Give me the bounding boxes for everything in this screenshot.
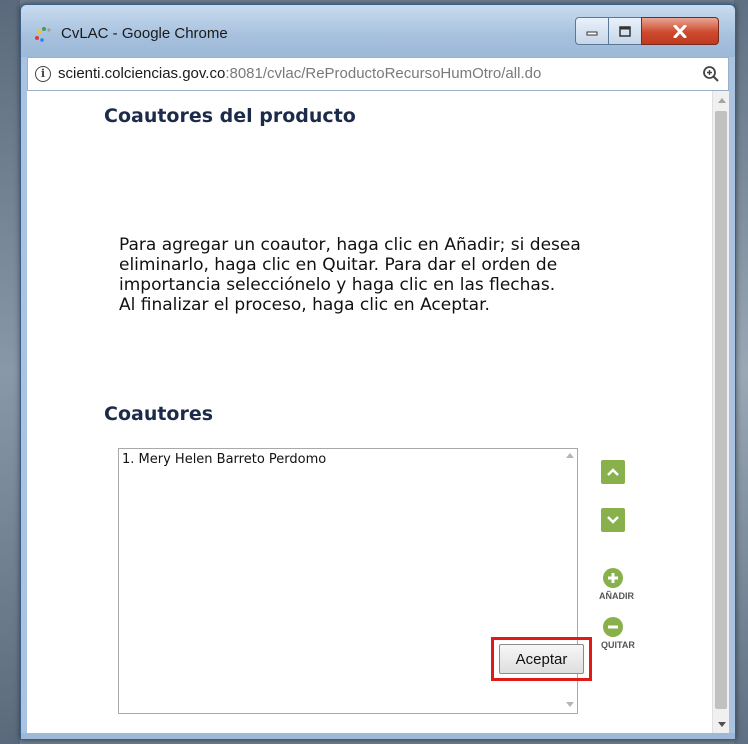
minimize-icon bbox=[586, 31, 598, 36]
arrow-down-icon bbox=[607, 516, 619, 524]
remove-label[interactable]: QUITAR bbox=[601, 640, 635, 650]
arrow-up-icon bbox=[607, 468, 619, 476]
scroll-up-arrow[interactable] bbox=[713, 91, 729, 109]
window-bottom-border bbox=[21, 733, 735, 739]
desktop-background-left bbox=[0, 0, 20, 744]
accept-button[interactable]: Aceptar bbox=[499, 644, 584, 674]
listbox-scroll-up-icon[interactable] bbox=[566, 453, 574, 458]
window-title: CvLAC - Google Chrome bbox=[61, 25, 228, 42]
chrome-loading-icon bbox=[35, 27, 54, 42]
maximize-button[interactable] bbox=[608, 17, 642, 45]
add-circle-icon bbox=[608, 573, 618, 583]
zoom-icon[interactable] bbox=[702, 65, 720, 83]
minimize-button[interactable] bbox=[575, 17, 609, 45]
listbox-scroll-down-icon[interactable] bbox=[566, 702, 574, 707]
scroll-up-icon bbox=[717, 97, 726, 103]
add-label[interactable]: AÑADIR bbox=[599, 591, 634, 601]
page-scrollbar[interactable] bbox=[712, 91, 729, 733]
address-bar[interactable]: i scienti.colciencias.gov.co:8081/cvlac/… bbox=[27, 57, 729, 91]
desktop-background-right bbox=[734, 0, 748, 744]
url-host: scienti.colciencias.gov.co bbox=[58, 65, 226, 82]
page-title: Coautores del producto bbox=[104, 105, 356, 127]
title-bar[interactable]: CvLAC - Google Chrome bbox=[21, 5, 735, 57]
instructions-text: Para agregar un coautor, haga clic en Añ… bbox=[119, 235, 581, 315]
list-item[interactable]: 1. Mery Helen Barreto Perdomo bbox=[122, 452, 326, 467]
scroll-down-icon bbox=[717, 721, 726, 727]
move-down-button[interactable] bbox=[601, 508, 625, 532]
scroll-thumb[interactable] bbox=[715, 111, 727, 709]
url-text[interactable]: scienti.colciencias.gov.co:8081/cvlac/Re… bbox=[58, 65, 541, 82]
info-icon[interactable]: i bbox=[35, 66, 51, 82]
browser-window: CvLAC - Google Chrome i scienti.colcienc… bbox=[20, 4, 736, 740]
close-button[interactable] bbox=[641, 17, 719, 45]
url-path: :8081/cvlac/ReProductoRecursoHumOtro/all… bbox=[225, 65, 542, 82]
page-content: Coautores del producto Para agregar un c… bbox=[27, 91, 729, 733]
maximize-icon bbox=[619, 25, 631, 37]
move-up-button[interactable] bbox=[601, 460, 625, 484]
scroll-down-arrow[interactable] bbox=[713, 715, 729, 733]
accept-highlight: Aceptar bbox=[491, 637, 592, 681]
remove-circle-icon bbox=[608, 625, 618, 629]
add-button[interactable] bbox=[603, 568, 623, 588]
coauthors-heading: Coautores bbox=[104, 403, 214, 425]
remove-button[interactable] bbox=[603, 617, 623, 637]
close-icon bbox=[673, 24, 687, 38]
